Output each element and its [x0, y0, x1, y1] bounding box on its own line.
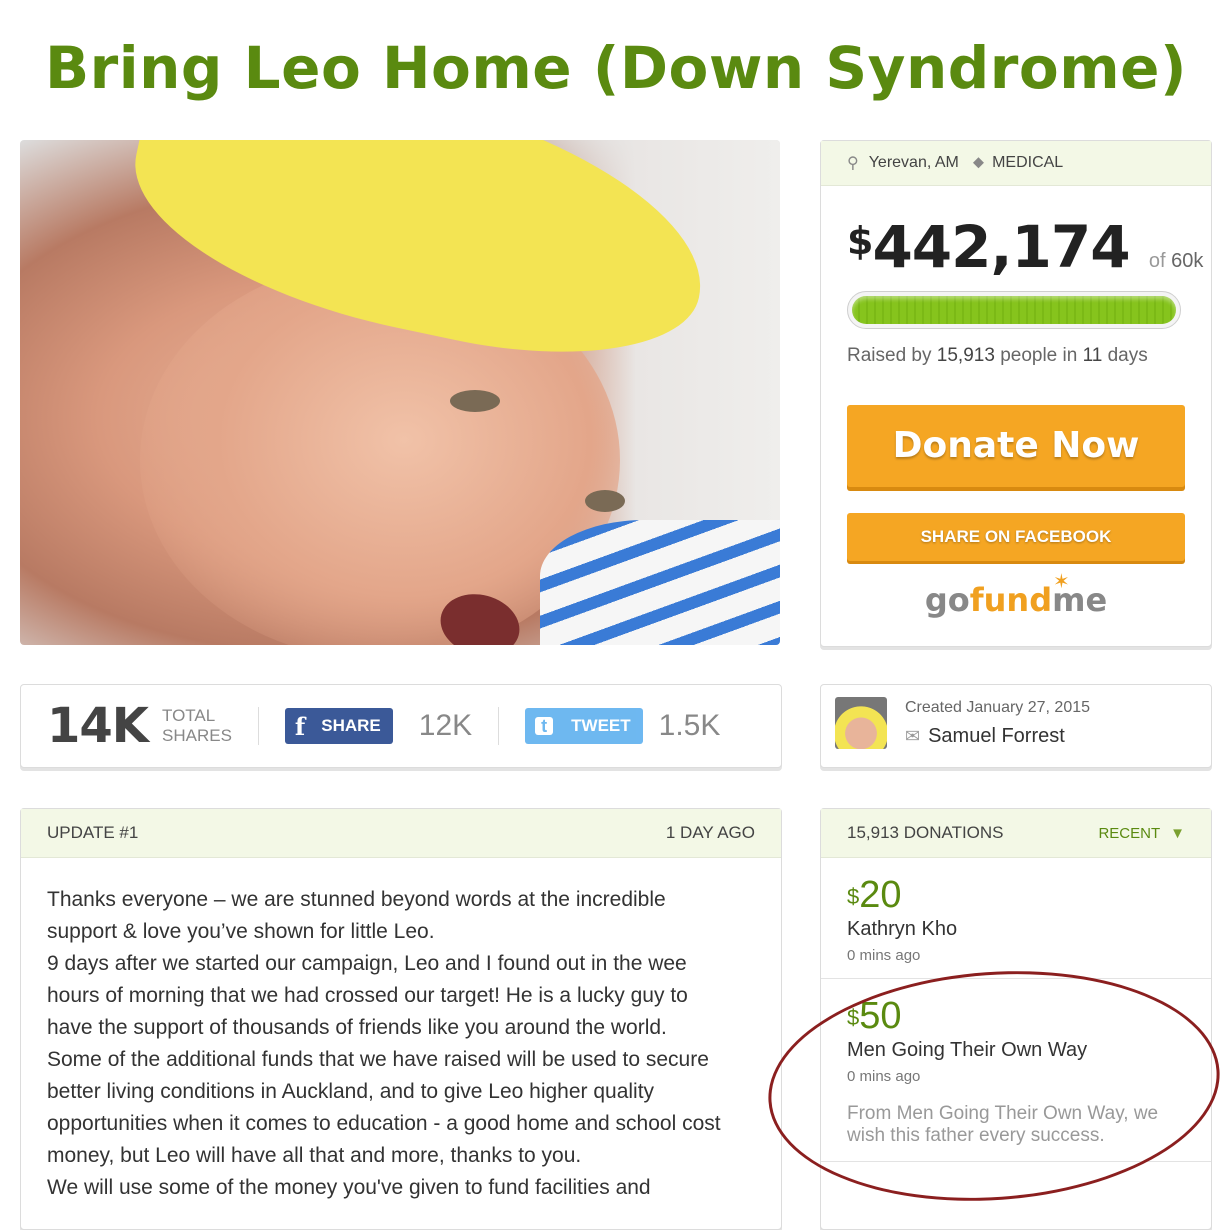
creator-contact-link[interactable]: ✉ Samuel Forrest	[905, 725, 1065, 748]
created-date: Created January 27, 2015	[905, 699, 1091, 716]
campaign-goal: of 60k	[1148, 250, 1204, 272]
facebook-icon: f	[294, 711, 306, 741]
campaign-title: Bring Leo Home (Down Syndrome)	[44, 34, 1188, 102]
divider	[257, 707, 259, 745]
total-shares-count: 14K	[47, 698, 149, 754]
update-line: We will use some of the money you've giv…	[47, 1176, 651, 1199]
chevron-down-icon: ▼	[1170, 824, 1185, 842]
progress-fill	[852, 296, 1176, 324]
update-card: UPDATE #1 1 DAY AGO Thanks everyone – we…	[20, 808, 782, 1230]
update-body: Thanks everyone – we are stunned beyond …	[21, 858, 781, 1204]
envelope-icon: ✉	[905, 726, 921, 746]
update-line: Thanks everyone – we are stunned beyond …	[47, 888, 666, 911]
donation-time: 0 mins ago	[847, 947, 921, 964]
sort-dropdown[interactable]: RECENT ▼	[1098, 825, 1185, 842]
update-line: opportunities when it comes to education…	[47, 1112, 721, 1135]
update-header: UPDATE #1 1 DAY AGO	[21, 809, 781, 858]
update-line: 9 days after we started our campaign, Le…	[47, 952, 687, 975]
creator-card: Created January 27, 2015 ✉ Samuel Forres…	[820, 684, 1212, 768]
tweet-count: 1.5K	[658, 709, 721, 742]
amount-raised: $442,174 of 60k	[847, 213, 1204, 281]
campaign-location: Yerevan, AM	[868, 154, 959, 171]
update-line: money, but Leo will have all that and mo…	[47, 1144, 582, 1167]
sun-icon: ✶	[1053, 569, 1070, 593]
facebook-share-button[interactable]: f SHARE	[284, 708, 393, 744]
campaign-meta: ⚲ Yerevan, AM ⬥ MEDICAL	[821, 141, 1211, 186]
update-line: hours of morning that we had crossed our…	[47, 984, 688, 1007]
donor-name: Kathryn Kho	[847, 918, 958, 940]
campaign-info-card: ⚲ Yerevan, AM ⬥ MEDICAL $442,174 of 60k …	[820, 140, 1212, 647]
twitter-icon: t	[535, 717, 554, 735]
location-pin-icon: ⚲	[847, 155, 859, 172]
facebook-share-count: 12K	[418, 709, 473, 742]
shares-bar: 14K TOTAL SHARES f SHARE 12K t TWEET 1.5K	[20, 684, 782, 768]
donation-message: From Men Going Their Own Way, we wish th…	[847, 1103, 1159, 1146]
raised-summary: Raised by 15,913 people in 11 days	[847, 345, 1148, 366]
divider	[498, 707, 500, 745]
donation-time: 0 mins ago	[847, 1068, 921, 1085]
update-line: have the support of thousands of friends…	[47, 1016, 667, 1039]
donation-item: $50 Men Going Their Own Way 0 mins ago F…	[821, 979, 1211, 1162]
share-on-facebook-button[interactable]: SHARE ON FACEBOOK	[847, 513, 1185, 561]
donation-item: $20 Kathryn Kho 0 mins ago	[821, 858, 1211, 979]
campaign-category: MEDICAL	[992, 154, 1064, 171]
donation-amount: $20	[847, 874, 902, 916]
avatar[interactable]	[835, 697, 887, 749]
donor-name: Men Going Their Own Way	[847, 1039, 1088, 1061]
donate-now-button[interactable]: Donate Now	[847, 405, 1185, 487]
donation-amount: $50	[847, 995, 902, 1037]
update-line: Some of the additional funds that we hav…	[47, 1048, 709, 1071]
update-line: better living conditions in Auckland, an…	[47, 1080, 655, 1103]
tag-icon: ⬥	[972, 154, 985, 171]
total-shares-label: TOTAL SHARES	[162, 706, 232, 745]
progress-bar	[847, 291, 1181, 329]
update-time: 1 DAY AGO	[665, 823, 755, 842]
gofundme-logo[interactable]: ✶ gofundme	[821, 569, 1211, 619]
update-line: support & love you’ve shown for little L…	[47, 920, 435, 943]
donations-card: 15,913 DONATIONS RECENT ▼ $20 Kathryn Kho…	[820, 808, 1212, 1230]
donations-header: 15,913 DONATIONS RECENT ▼	[821, 809, 1211, 858]
donations-count: 15,913 DONATIONS	[847, 823, 1004, 842]
creator-name: Samuel Forrest	[928, 725, 1065, 747]
tweet-button[interactable]: t TWEET	[525, 708, 643, 744]
update-title: UPDATE #1	[47, 823, 139, 842]
campaign-photo	[20, 140, 780, 645]
